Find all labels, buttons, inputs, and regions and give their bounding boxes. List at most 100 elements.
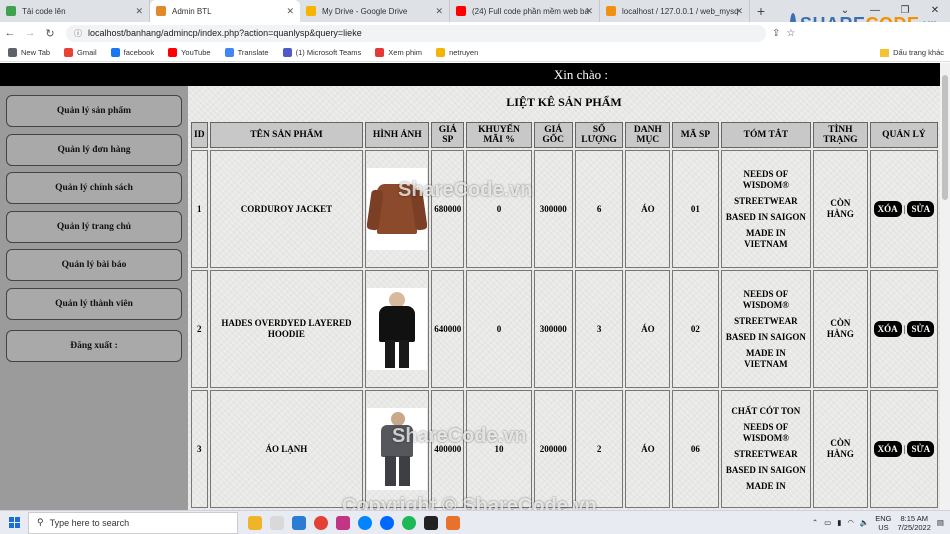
vscode-icon[interactable] [292,515,306,530]
page-scrollbar[interactable] [940,63,950,510]
back-arrow-icon[interactable]: ← [0,27,20,39]
menu-policies[interactable]: Quản lý chính sách [6,172,182,204]
reload-icon[interactable]: ↻ [40,27,60,40]
battery-icon[interactable]: ▮ [837,518,841,527]
menu-articles[interactable]: Quản lý bài báo [6,249,182,281]
scrollbar-thumb[interactable] [942,75,948,200]
zalo-icon[interactable] [380,515,394,530]
close-tab-icon[interactable]: ✕ [435,6,443,17]
taskbar-apps [248,515,460,530]
bookmark-item[interactable]: YouTube [168,48,211,57]
tab-title: (24) Full code phần mềm web bá [472,6,589,16]
close-tab-icon[interactable]: ✕ [135,6,143,17]
windows-start-icon[interactable] [0,517,28,528]
delete-button[interactable]: XÓA [873,441,902,457]
browser-tab[interactable]: My Drive - Google Drive ✕ [300,0,450,22]
search-placeholder: Type here to search [49,517,130,528]
chevron-up-icon[interactable]: ⌃ [812,518,818,527]
edit-button[interactable]: SỬA [907,441,935,457]
messenger-icon[interactable] [358,515,372,530]
clock-time: 8:15 AM [900,513,928,523]
black-hoodie-image [367,288,428,370]
bookmark-item[interactable]: Translate [224,48,269,57]
cell-category: ÁO [625,270,671,388]
delete-button[interactable]: XÓA [873,321,902,337]
windows-taskbar: ⚲ Type here to search ⌃ ▭ ▮ ◠ 🔈 ENG US 8… [0,510,950,534]
new-tab-button[interactable]: + [750,0,772,22]
cell-actions: XÓA | SỬA [869,390,938,508]
cell-summary: CHẤT CÓT TON NEEDS OF WISDOM® STREETWEAR BA… [720,390,812,508]
bookmark-star-icon[interactable]: ☆ [786,28,795,39]
tab-title: My Drive - Google Drive [322,6,408,16]
tab-favicon [606,6,616,16]
summary-line: BASED IN SAIGON [725,331,806,342]
cell-price: 400000 [431,390,465,508]
taskbar-search-box[interactable]: ⚲ Type here to search [28,511,238,534]
folder-icon [880,48,890,57]
spotify-icon[interactable] [402,515,416,530]
file-explorer-icon[interactable] [248,515,262,530]
language-indicator[interactable]: ENG US [875,514,891,532]
bookmark-label: Translate [237,48,269,57]
column-header: QUẢN LÝ [869,122,938,148]
menu-products[interactable]: Quản lý sản phẩm [6,95,182,127]
bookmark-item[interactable]: facebook [110,48,154,57]
notification-icon[interactable]: ▤ [937,518,944,527]
cell-status: CÒN HÀNG [813,270,868,388]
edit-button[interactable]: SỬA [907,321,935,337]
close-tab-icon[interactable]: ✕ [585,6,593,17]
cell-quantity: 3 [574,270,624,388]
browser-tab[interactable]: (24) Full code phần mềm web bá ✕ [450,0,600,22]
logout-button[interactable]: Đăng xuất : [6,330,182,362]
browser-tab[interactable]: Admin BTL ✕ [150,0,300,22]
close-tab-icon[interactable]: ✕ [735,6,743,17]
column-header: MÃ SP [672,122,719,148]
terminal-icon[interactable] [424,515,438,530]
browser-tab[interactable]: Tải code lên ✕ [0,0,150,22]
cell-quantity: 2 [574,390,624,508]
menu-members[interactable]: Quản lý thành viên [6,288,182,320]
info-icon[interactable]: ⓘ [74,28,82,39]
cell-actions: XÓA | SỬA [869,150,938,268]
volume-icon[interactable]: 🔈 [860,518,869,527]
menu-orders[interactable]: Quản lý đơn hàng [6,134,182,166]
cell-id: 3 [191,390,208,508]
summary-line: BASED IN SAIGON [725,465,806,475]
xampp-icon[interactable] [446,515,460,530]
cell-status: CÒN HÀNG [813,390,868,508]
cell-discount: 0 [466,150,532,268]
bookmarks-bar: New Tab Gmail facebook YouTube Translate (1) … [0,44,950,62]
bookmark-icon [168,48,178,57]
bookmark-item[interactable]: Xem phim [375,48,422,57]
delete-button[interactable]: XÓA [873,201,902,217]
table-header-row: ID TÊN SẢN PHẨM HÌNH ẢNH GIÁ SP KHUYẾN MÃI %… [191,122,938,148]
forward-arrow-icon[interactable]: → [20,27,40,39]
other-bookmarks[interactable]: Dấu trang khác [880,48,944,57]
column-header: DANH MỤC [625,122,671,148]
other-bookmarks-label: Dấu trang khác [893,48,944,57]
cell-summary: NEEDS OF WISDOM® STREETWEAR BASED IN SAIGO… [720,150,812,268]
app-icon[interactable] [270,515,284,530]
column-header: ID [191,122,208,148]
bookmark-item[interactable]: netruyen [436,48,478,57]
menu-homepage[interactable]: Quản lý trang chủ [6,211,182,243]
bookmark-item[interactable]: Gmail [64,48,97,57]
bookmark-item[interactable]: (1) Microsoft Teams [282,48,361,57]
bookmark-item[interactable]: New Tab [8,48,50,57]
wifi-icon[interactable]: ◠ [847,518,854,527]
chrome-icon[interactable] [314,515,328,530]
close-tab-icon[interactable]: ✕ [286,6,294,17]
url-field[interactable]: ⓘ localhost/banhang/admincp/index.php?ac… [66,24,766,42]
browser-tab[interactable]: localhost / 127.0.0.1 / web_mysq ✕ [600,0,750,22]
share-icon[interactable]: ⇪ [772,28,780,39]
table-row: 1 CORDUROY JACKET 680000 0 300000 6 ÁO 01 NEEDS … [191,150,938,268]
cell-product-name: ÁO LẠNH [209,390,364,508]
instagram-icon[interactable] [336,515,350,530]
clock[interactable]: 8:15 AM 7/25/2022 [898,514,931,532]
cell-image [365,390,430,508]
tab-favicon [156,6,166,16]
tab-title: Admin BTL [172,6,212,16]
display-icon[interactable]: ▭ [824,518,831,527]
edit-button[interactable]: SỬA [907,201,935,217]
tab-title: localhost / 127.0.0.1 / web_mysq [622,6,739,16]
